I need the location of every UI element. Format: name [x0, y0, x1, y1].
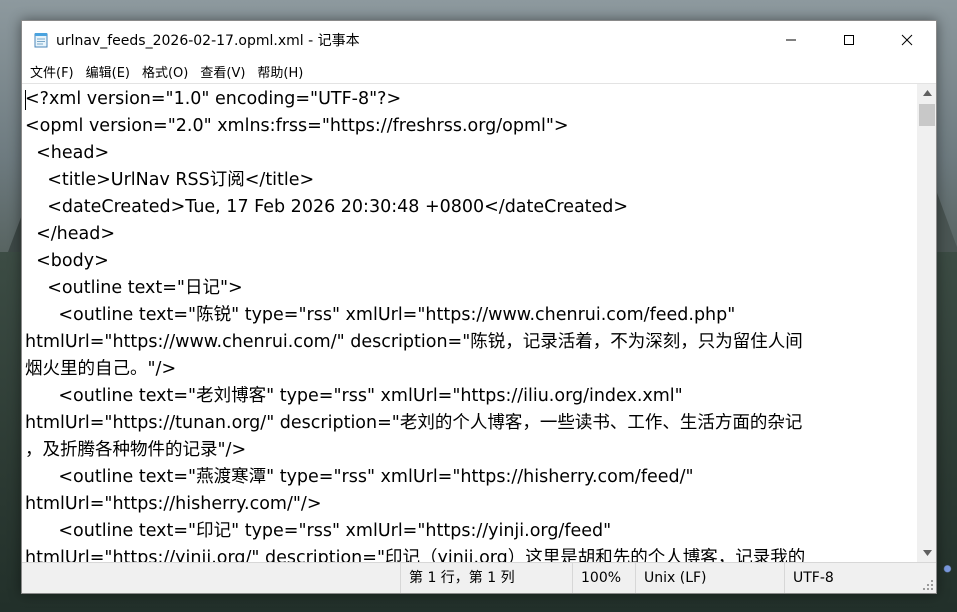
text-line: <outline text="陈锐" type="rss" xmlUrl="ht… — [25, 305, 736, 325]
text-line: <dateCreated>Tue, 17 Feb 2026 20:30:48 +… — [25, 197, 629, 217]
minimize-button[interactable] — [762, 21, 820, 59]
notepad-window: urlnav_feeds_2026-02-17.opml.xml - 记事本 文… — [21, 20, 937, 594]
notepad-icon — [32, 31, 50, 49]
menu-view[interactable]: 查看(V) — [194, 59, 251, 84]
scroll-down-button[interactable] — [918, 544, 936, 562]
text-caret — [25, 90, 26, 110]
scroll-up-button[interactable] — [918, 84, 936, 102]
text-line: <title>UrlNav RSS订阅</title> — [25, 170, 315, 190]
minimize-icon — [786, 39, 796, 41]
status-bar: 第 1 行，第 1 列 100% Unix (LF) UTF-8 — [22, 562, 936, 593]
vertical-scrollbar[interactable] — [917, 84, 936, 562]
text-line: <?xml version="1.0" encoding="UTF-8"?> — [25, 89, 402, 109]
text-line: htmlUrl="https://hisherry.com/"/> — [25, 494, 322, 514]
chevron-up-icon — [922, 90, 932, 96]
editor-area: <?xml version="1.0" encoding="UTF-8"?> <… — [22, 83, 936, 562]
resize-grip-icon[interactable] — [922, 579, 934, 591]
chevron-down-icon — [922, 550, 932, 556]
text-line: <outline text="印记" type="rss" xmlUrl="ht… — [25, 521, 612, 541]
text-editor[interactable]: <?xml version="1.0" encoding="UTF-8"?> <… — [22, 84, 917, 562]
text-line: <outline text="老刘博客" type="rss" xmlUrl="… — [25, 386, 683, 406]
maximize-icon — [844, 35, 854, 45]
status-cursor-position: 第 1 行，第 1 列 — [400, 563, 569, 593]
menu-help[interactable]: 帮助(H) — [251, 59, 309, 84]
title-bar[interactable]: urlnav_feeds_2026-02-17.opml.xml - 记事本 — [22, 21, 936, 59]
status-zoom: 100% — [572, 563, 633, 593]
text-line: <outline text="日记"> — [25, 278, 243, 298]
text-line: <outline text="燕渡寒潭" type="rss" xmlUrl="… — [25, 467, 694, 487]
scroll-thumb[interactable] — [919, 104, 935, 126]
text-line: htmlUrl="https://www.chenrui.com/" descr… — [25, 332, 803, 352]
text-line: <head> — [25, 143, 110, 163]
text-line: htmlUrl="https://tunan.org/" description… — [25, 413, 803, 433]
close-button[interactable] — [878, 21, 936, 59]
window-title: urlnav_feeds_2026-02-17.opml.xml - 记事本 — [56, 33, 360, 49]
menu-bar: 文件(F) 编辑(E) 格式(O) 查看(V) 帮助(H) — [22, 59, 936, 83]
text-line: </head> — [25, 224, 116, 244]
text-line: <body> — [25, 251, 109, 271]
status-line-ending: Unix (LF) — [635, 563, 774, 593]
text-line: htmlUrl="https://yinji.org/" description… — [25, 548, 806, 562]
maximize-button[interactable] — [820, 21, 878, 59]
menu-file[interactable]: 文件(F) — [24, 59, 80, 84]
text-line: ，及折腾各种物件的记录"/> — [25, 440, 247, 460]
text-line: <opml version="2.0" xmlns:frss="https://… — [25, 116, 569, 136]
close-icon — [901, 34, 913, 46]
menu-edit[interactable]: 编辑(E) — [80, 59, 136, 84]
menu-format[interactable]: 格式(O) — [136, 59, 194, 84]
status-encoding: UTF-8 — [784, 563, 913, 593]
text-line: 烟火里的自己。"/> — [25, 359, 177, 379]
